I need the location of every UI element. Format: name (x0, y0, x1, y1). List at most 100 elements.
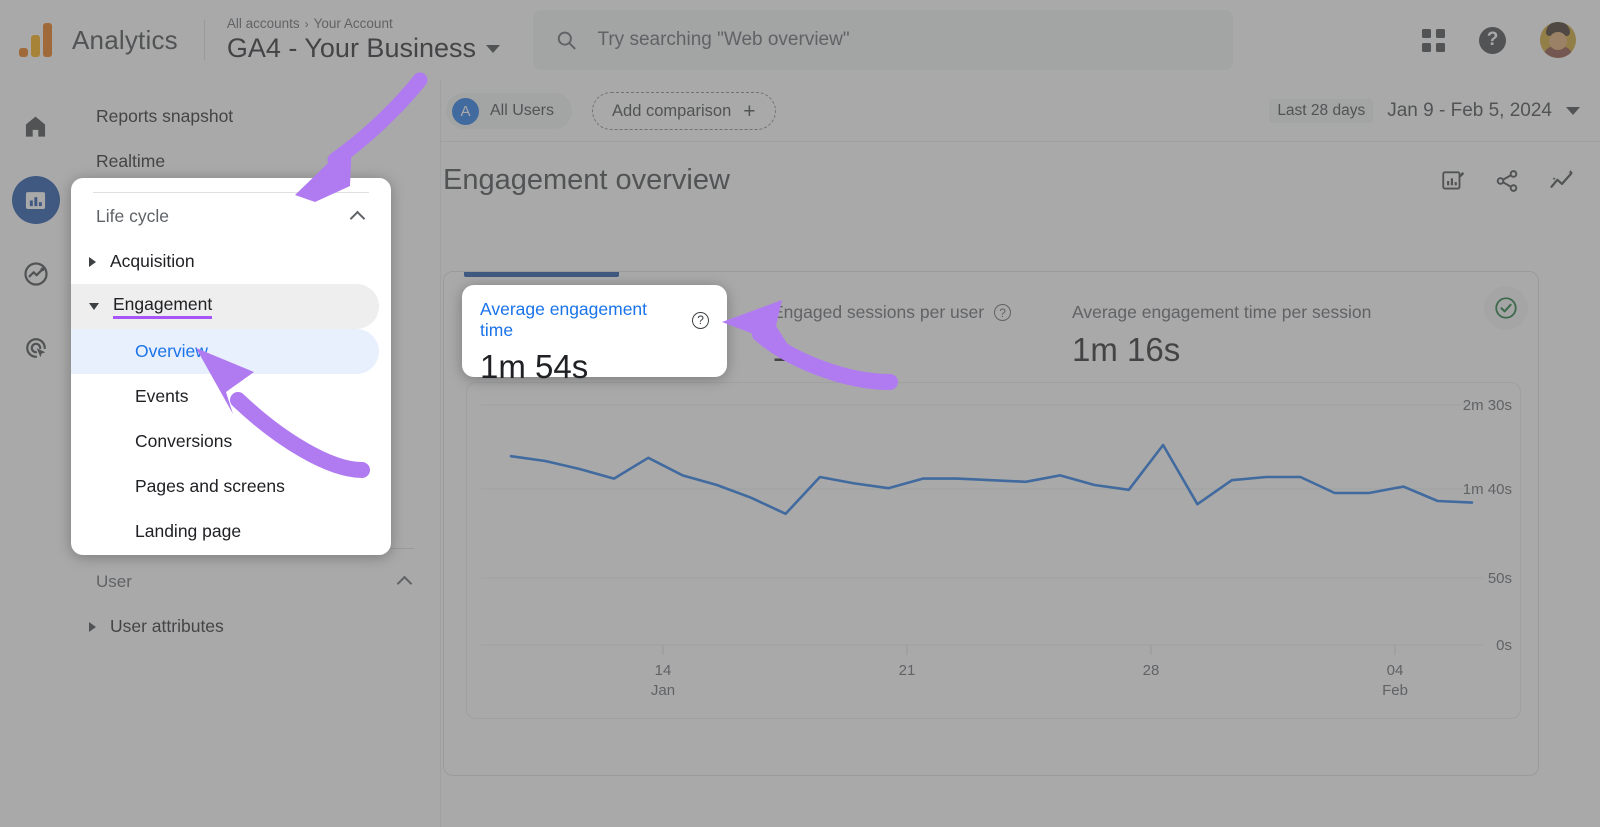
status-badge[interactable] (1484, 286, 1528, 330)
popup-subitem-label: Landing page (135, 521, 241, 542)
chart-svg: 2m 30s 1m 40s 50s 0s 14 Jan 21 (467, 383, 1520, 718)
popup-subitem-landing-page[interactable]: Landing page (71, 509, 379, 554)
ytick-0: 2m 30s (1463, 397, 1512, 414)
check-circle-icon (1493, 295, 1519, 321)
active-tab-indicator (464, 272, 619, 277)
top-bar-actions: ? (1422, 0, 1576, 80)
date-range-label: Jan 9 - Feb 5, 2024 (1387, 100, 1552, 122)
header-divider (204, 20, 205, 60)
analytics-logo[interactable] (0, 23, 72, 57)
date-range-selector[interactable]: Last 28 days Jan 9 - Feb 5, 2024 (1269, 99, 1580, 123)
breadcrumb-separator-icon: › (305, 17, 309, 31)
popup-subitem-overview[interactable]: Overview (71, 329, 379, 374)
callout-metric-value: 1m 54s (480, 348, 709, 386)
chart-series-line (511, 445, 1472, 514)
popup-subitem-label: Conversions (135, 431, 232, 452)
page-actions (1440, 167, 1576, 195)
metric-label-text: Average engagement time per session (1072, 302, 1371, 323)
icon-rail (0, 80, 71, 827)
popup-item-label: Engagement (113, 294, 212, 319)
add-comparison-button[interactable]: Add comparison + (592, 92, 776, 130)
breadcrumb-account[interactable]: Your Account (314, 16, 393, 31)
audience-label: All Users (490, 102, 554, 120)
brand-name: Analytics (72, 25, 178, 56)
metric-card-average-engagement-time-per-session[interactable]: Average engagement time per session 1m 1… (1072, 302, 1432, 369)
metric-label-text: Engaged sessions per user (772, 302, 984, 323)
xtick-0-day: 14 (655, 662, 672, 679)
help-circle-icon[interactable]: ? (994, 304, 1011, 321)
advertising-icon (22, 334, 50, 362)
date-preset-badge: Last 28 days (1269, 99, 1373, 123)
search-bar[interactable] (533, 10, 1233, 70)
ga-logo-icon (19, 23, 53, 57)
audience-chip[interactable]: A All Users (446, 93, 572, 129)
chevron-up-icon (397, 576, 413, 592)
engagement-line-chart[interactable]: 2m 30s 1m 40s 50s 0s 14 Jan 21 (466, 382, 1521, 719)
apps-grid-icon[interactable] (1422, 29, 1445, 52)
ytick-1: 1m 40s (1463, 481, 1512, 498)
xtick-3-day: 04 (1387, 662, 1404, 679)
rail-item-reports[interactable] (12, 176, 60, 224)
sidebar-item-reports-snapshot[interactable]: Reports snapshot (71, 94, 440, 139)
breadcrumb: All accounts › Your Account (227, 16, 500, 31)
rail-item-advertising[interactable] (12, 324, 60, 372)
ytick-2: 50s (1488, 570, 1512, 587)
top-bar: Analytics All accounts › Your Account GA… (0, 0, 1600, 80)
page-title: Engagement overview (443, 164, 730, 197)
property-name-label: GA4 - Your Business (227, 33, 476, 64)
caret-down-icon (1566, 107, 1580, 115)
help-icon[interactable]: ? (1479, 27, 1506, 54)
chevron-down-icon (486, 45, 500, 53)
popup-item-engagement[interactable]: Engagement (71, 284, 379, 329)
lifecycle-nav-popup: Life cycle Acquisition Engagement Overvi… (71, 178, 391, 555)
rail-item-explore[interactable] (12, 250, 60, 298)
sidebar-label: Reports snapshot (96, 106, 233, 127)
chart-xaxis-labels: 14 Jan 21 28 04 Feb (651, 662, 1408, 699)
chart-gridlines (481, 405, 1483, 645)
controls-row: A All Users Add comparison + Last 28 day… (441, 80, 1600, 142)
breadcrumb-all-accounts[interactable]: All accounts (227, 16, 300, 31)
page-header: Engagement overview (441, 142, 1600, 197)
popup-item-acquisition[interactable]: Acquisition (71, 239, 379, 284)
sidebar-item-user-attributes[interactable]: User attributes (71, 604, 440, 649)
avatar[interactable] (1540, 22, 1576, 58)
property-name[interactable]: GA4 - Your Business (227, 33, 500, 64)
home-icon (22, 113, 49, 140)
xtick-1: 21 (899, 662, 916, 679)
account-selector[interactable]: All accounts › Your Account GA4 - Your B… (227, 16, 500, 64)
sidebar-section-user[interactable]: User (71, 559, 440, 604)
metric-label: Engaged sessions per user ? (772, 302, 1072, 323)
edit-report-icon[interactable] (1440, 168, 1466, 194)
popup-subitem-events[interactable]: Events (71, 374, 379, 419)
search-input[interactable] (597, 29, 1211, 51)
help-circle-icon[interactable]: ? (692, 312, 709, 329)
xtick-0-month: Jan (651, 682, 675, 699)
chevron-up-icon (350, 210, 366, 226)
chart-yaxis-labels: 2m 30s 1m 40s 50s 0s (1463, 397, 1512, 654)
xtick-2: 28 (1143, 662, 1160, 679)
chevron-right-icon (89, 257, 96, 267)
sidebar-label: User attributes (110, 616, 224, 637)
rail-item-home[interactable] (12, 102, 60, 150)
insights-icon[interactable] (1548, 167, 1576, 195)
add-comparison-label: Add comparison (612, 102, 731, 121)
ytick-3: 0s (1496, 637, 1512, 654)
metric-card-engaged-sessions-per-user[interactable]: Engaged sessions per user ? 1 (772, 302, 1072, 369)
share-icon[interactable] (1494, 168, 1520, 194)
audience-avatar: A (452, 98, 479, 125)
metric-label: Average engagement time per session (1072, 302, 1432, 323)
plus-icon: + (743, 101, 755, 122)
popup-section-life-cycle[interactable]: Life cycle (71, 193, 391, 239)
analytics-app: Analytics All accounts › Your Account GA… (0, 0, 1600, 827)
chart-xaxis-ticks (663, 645, 1395, 655)
metric-value: 1 (772, 331, 1072, 369)
average-engagement-time-callout[interactable]: Average engagement time ? 1m 54s (462, 285, 727, 377)
popup-item-label: Acquisition (110, 251, 195, 272)
explore-icon (22, 260, 50, 288)
callout-metric-label: Average engagement time ? (480, 299, 709, 341)
popup-subitem-pages-and-screens[interactable]: Pages and screens (71, 464, 379, 509)
popup-section-label: Life cycle (96, 206, 169, 227)
search-icon (555, 28, 577, 52)
main-content: A All Users Add comparison + Last 28 day… (441, 80, 1600, 827)
popup-subitem-conversions[interactable]: Conversions (71, 419, 379, 464)
